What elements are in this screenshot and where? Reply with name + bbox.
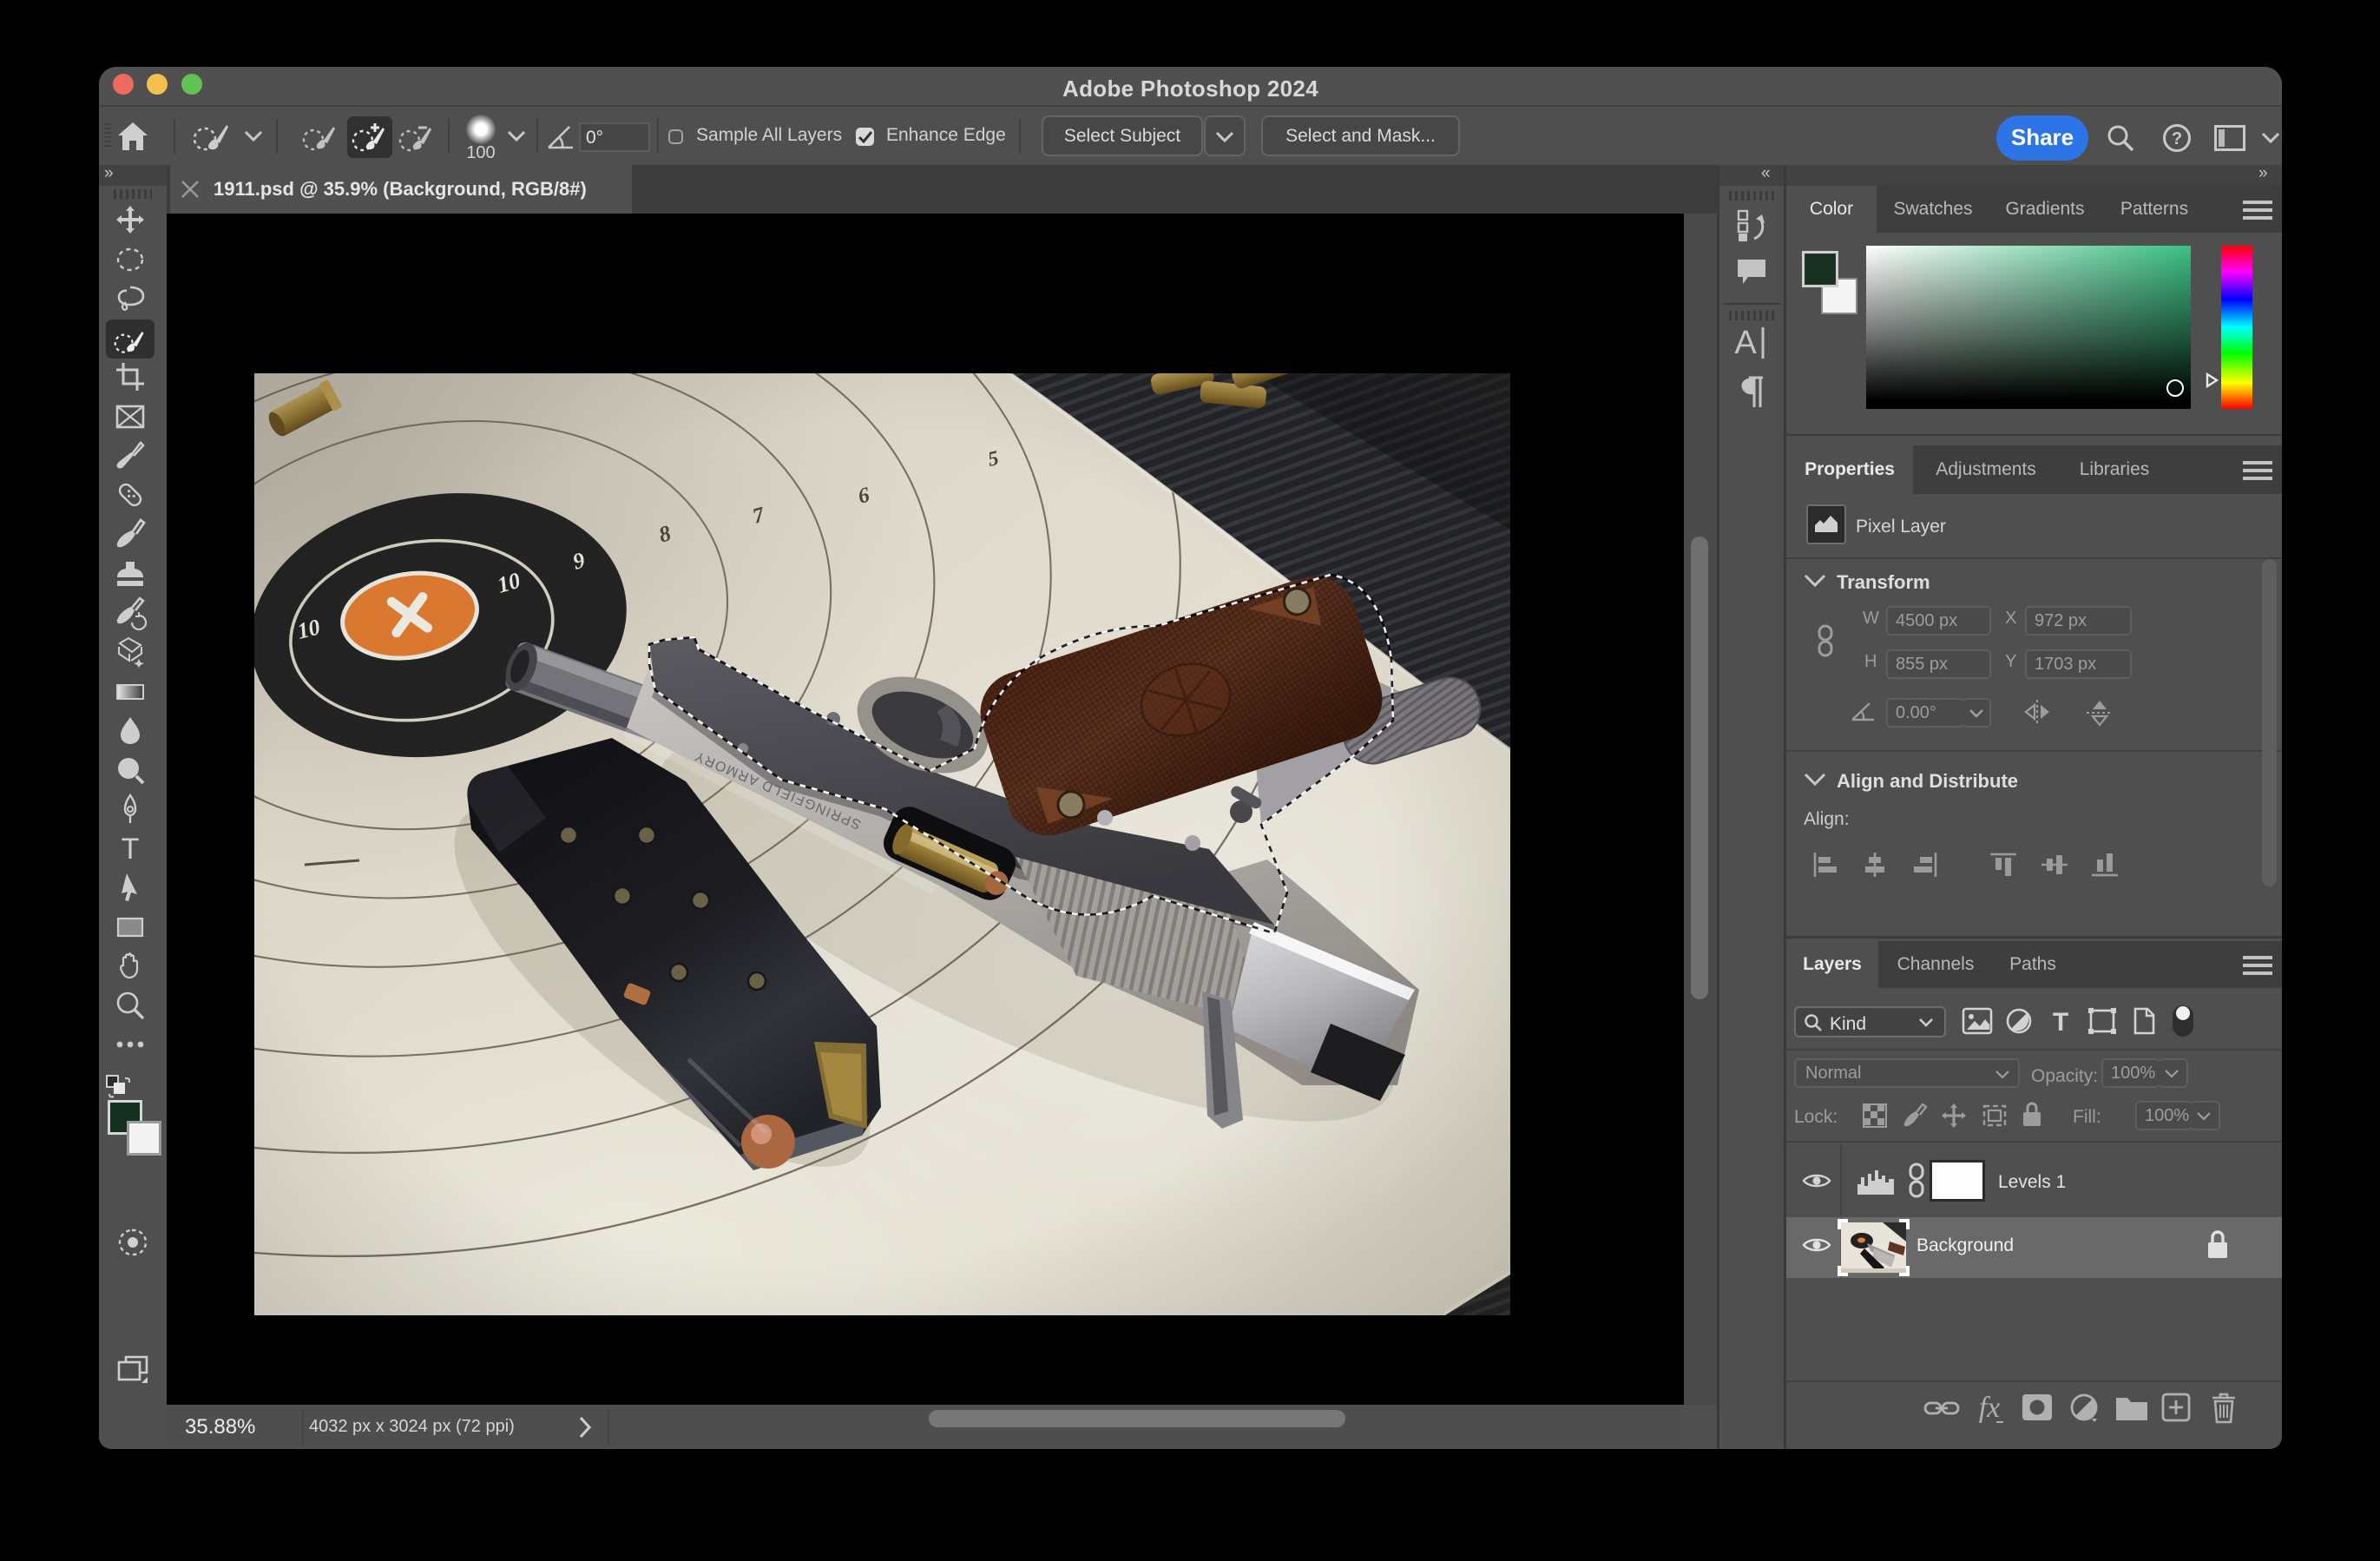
svg-text:fx: fx [1979,1392,2001,1424]
svg-text:T: T [122,833,140,866]
svg-text:?: ? [2172,129,2182,148]
svg-text:A: A [1734,325,1757,361]
svg-text:T: T [2053,1008,2068,1037]
